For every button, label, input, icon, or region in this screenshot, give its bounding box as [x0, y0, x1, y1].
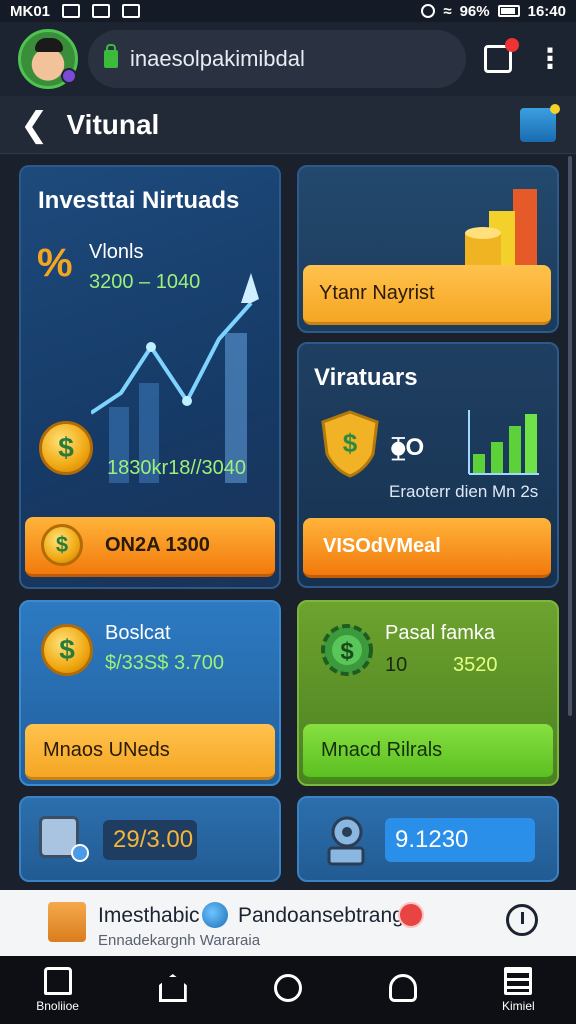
boslcat-card[interactable]: $ Boslcat $/33S$ 3.700 Mnaos UNeds	[19, 600, 281, 786]
gear-coin-icon: $	[41, 624, 93, 676]
nav-item-circle[interactable]	[248, 974, 328, 1006]
nav-item-home[interactable]: Bnoliioe	[18, 967, 98, 1013]
person-icon	[389, 974, 418, 1002]
virtuals-button-label: VISOdVMeal	[323, 535, 441, 557]
virtuals-caption: Eraoterr dien Mn 2s	[389, 482, 539, 501]
home-icon	[43, 967, 72, 995]
small-left-value: 29/3.00	[103, 820, 197, 860]
growth-chart-icon	[91, 273, 259, 483]
investment-title: Investtai Nirtuads	[38, 187, 240, 214]
pasal-card[interactable]: $ Pasal famka 10 3520 Mnacd Rilrals	[297, 600, 559, 786]
small-card-right[interactable]: 9.1230	[297, 796, 559, 882]
boslcat-button[interactable]: Mnaos UNeds	[25, 724, 275, 780]
avatar[interactable]	[18, 29, 78, 89]
virtuals-ratio: ⧳O	[391, 434, 425, 461]
page-header: ❮ Vitunal	[0, 96, 576, 154]
boslcat-button-label: Mnaos UNeds	[43, 739, 170, 761]
small-card-left[interactable]: 29/3.00	[19, 796, 281, 882]
page-title: Vitunal	[66, 108, 160, 140]
circle-icon	[273, 974, 302, 1002]
nav-label: Bnoliioe	[36, 999, 79, 1013]
investment-label: Vlonls	[89, 241, 144, 263]
bar-chart-icon	[468, 410, 539, 475]
back-arrow-icon[interactable]: ❮	[20, 105, 49, 145]
coins-button[interactable]: Ytanr Nayrist	[303, 265, 551, 325]
lock-icon	[104, 44, 118, 68]
status-bar: MK01 ≈ 96% 16:40	[0, 0, 576, 22]
coins-card[interactable]: Ytanr Nayrist	[297, 165, 559, 333]
battery-icon	[497, 5, 520, 17]
nav-label: Kimiel	[502, 999, 535, 1013]
boslcat-title: Boslcat	[105, 622, 171, 644]
pasal-button[interactable]: Mnacd Rilrals	[303, 724, 553, 780]
virtuals-button[interactable]: VISOdVMeal	[303, 518, 551, 578]
add-badge-icon	[71, 844, 89, 862]
investment-button[interactable]: $ ON2A 1300	[25, 517, 275, 577]
svg-text:$: $	[343, 428, 358, 458]
clock-time: 16:40	[527, 2, 566, 20]
pasal-button-label: Mnacd Rilrals	[321, 739, 443, 761]
message-icon	[62, 4, 81, 18]
sim-icon	[92, 4, 111, 18]
carrier-label: MK01	[10, 2, 51, 20]
notification-icon	[122, 4, 141, 18]
info-subtitle: Pandoansebtranga	[238, 904, 416, 927]
url-text: inaesolpakimibdal	[130, 46, 305, 71]
gear-dollar-icon: $	[321, 624, 373, 676]
shield-icon: $	[321, 410, 379, 478]
profile-badge-icon	[61, 68, 77, 84]
pasal-right-value: 3520	[453, 654, 498, 676]
robot-icon	[327, 816, 365, 866]
investment-card[interactable]: Investtai Nirtuads % Vlonls 3200 – 1040 …	[19, 165, 281, 589]
dollar-coin-icon: $	[39, 421, 93, 475]
more-menu-button[interactable]: ⋮	[536, 45, 564, 73]
scrollbar[interactable]	[568, 156, 572, 716]
boslcat-value: $/33S$ 3.700	[105, 652, 224, 674]
dollar-coin-icon: $	[41, 524, 83, 566]
wifi-icon: ≈	[443, 2, 452, 20]
record-icon[interactable]	[398, 902, 424, 928]
folder-icon	[48, 902, 86, 942]
svg-text:$: $	[340, 638, 354, 665]
pasal-title: Pasal famka	[385, 622, 496, 644]
browser-toolbar: inaesolpakimibdal ⋮	[0, 22, 576, 96]
investment-stat: 1830kr18//3040	[107, 457, 247, 479]
compose-button[interactable]	[484, 38, 519, 73]
nav-item-profile[interactable]	[363, 974, 443, 1006]
url-bar[interactable]: inaesolpakimibdal	[88, 30, 466, 88]
clock-icon[interactable]	[506, 904, 538, 936]
info-title: Imesthabic	[98, 904, 200, 927]
virtuals-card[interactable]: Viratuars $ ⧳O Eraoterr dien Mn 2s VISOd…	[297, 342, 559, 588]
nav-item-house[interactable]	[133, 974, 213, 1006]
percent-icon: %	[37, 241, 73, 285]
battery-percent: 96%	[459, 2, 490, 20]
house-icon	[158, 974, 187, 1002]
globe-icon	[202, 902, 228, 928]
small-right-value: 9.1230	[385, 818, 535, 862]
pasal-left-value: 10	[385, 654, 408, 676]
coins-button-label: Ytanr Nayrist	[319, 282, 435, 304]
nav-item-menu[interactable]: Kimiel	[478, 967, 558, 1013]
info-bar[interactable]: Imesthabic Pandoansebtranga Ennadekargnh…	[0, 890, 576, 956]
virtuals-title: Viratuars	[314, 364, 418, 391]
investment-button-label: ON2A 1300	[105, 534, 210, 556]
alarm-icon	[421, 4, 436, 18]
list-icon	[504, 967, 533, 995]
header-thumbnail-icon[interactable]	[520, 103, 560, 142]
bottom-nav: Bnoliioe Kimiel	[0, 956, 576, 1024]
info-caption: Ennadekargnh Wararaia	[98, 932, 261, 949]
